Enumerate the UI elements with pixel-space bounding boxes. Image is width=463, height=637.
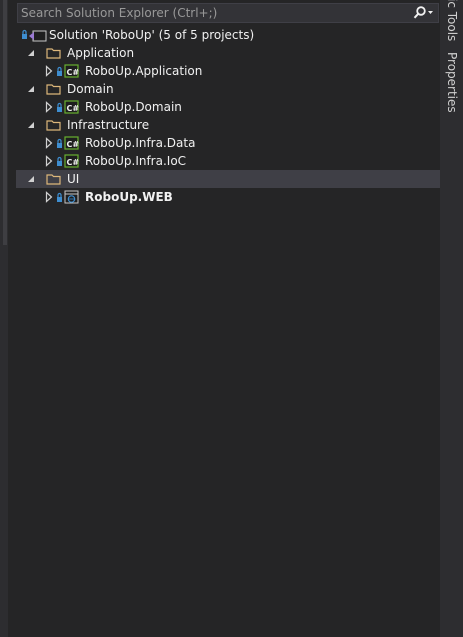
tree-row-project-startup[interactable]: RoboUp.WEB	[16, 188, 440, 206]
collapsed-arrow-icon[interactable]	[44, 152, 54, 170]
search-input[interactable]	[18, 4, 401, 22]
tab-diagnostic-tools[interactable]: ic Tools	[444, 0, 460, 41]
project-label-startup: RoboUp.WEB	[85, 190, 173, 204]
project-label: RoboUp.Infra.Data	[85, 136, 196, 150]
svg-text:C#: C#	[67, 104, 80, 113]
solution-icon	[22, 29, 47, 42]
solution-label: Solution 'RoboUp' (5 of 5 projects)	[49, 28, 255, 42]
csharp-project-icon: C#	[57, 136, 80, 150]
tree-row-project[interactable]: C# RoboUp.Infra.IoC	[16, 152, 440, 170]
folder-icon	[46, 120, 61, 131]
tree-row-folder-ui[interactable]: UI	[16, 170, 440, 188]
folder-icon	[46, 48, 61, 59]
left-scrollbar[interactable]	[0, 0, 8, 637]
tree-row-folder-application[interactable]: Application	[16, 44, 440, 62]
search-icon	[413, 6, 433, 19]
svg-text:C#: C#	[67, 68, 80, 77]
tree-row-solution[interactable]: Solution 'RoboUp' (5 of 5 projects)	[16, 26, 440, 44]
tree-row-project[interactable]: C# RoboUp.Domain	[16, 98, 440, 116]
tab-properties[interactable]: Properties	[444, 52, 460, 113]
collapsed-arrow-icon[interactable]	[44, 62, 54, 80]
left-panel-edge	[8, 0, 15, 637]
tree-row-project[interactable]: C# RoboUp.Application	[16, 62, 440, 80]
web-project-icon	[57, 190, 79, 204]
collapsed-arrow-icon[interactable]	[44, 98, 54, 116]
project-label: RoboUp.Infra.IoC	[85, 154, 187, 168]
folder-icon	[46, 174, 61, 185]
left-scrollbar-thumb[interactable]	[3, 0, 7, 245]
folder-label-ui: UI	[67, 172, 80, 186]
expanded-arrow-icon[interactable]	[26, 80, 36, 98]
csharp-project-icon: C#	[57, 154, 80, 168]
svg-text:C#: C#	[67, 140, 80, 149]
folder-label-domain: Domain	[67, 82, 114, 96]
tree-row-folder-infrastructure[interactable]: Infrastructure	[16, 116, 440, 134]
search-box	[17, 3, 439, 23]
search-button[interactable]	[411, 5, 435, 21]
collapsed-arrow-icon[interactable]	[44, 134, 54, 152]
csharp-project-icon: C#	[57, 64, 80, 78]
project-label: RoboUp.Domain	[85, 100, 182, 114]
folder-label-infrastructure: Infrastructure	[67, 118, 150, 132]
expanded-arrow-icon[interactable]	[26, 116, 36, 134]
tree-row-folder-domain[interactable]: Domain	[16, 80, 440, 98]
collapsed-arrow-icon[interactable]	[44, 188, 54, 206]
csharp-project-icon: C#	[57, 100, 80, 114]
folder-label-application: Application	[67, 46, 135, 60]
expanded-arrow-icon[interactable]	[26, 44, 36, 62]
folder-icon	[46, 84, 61, 95]
expanded-arrow-icon[interactable]	[26, 170, 36, 188]
tree-row-project[interactable]: C# RoboUp.Infra.Data	[16, 134, 440, 152]
project-label: RoboUp.Application	[85, 64, 203, 78]
svg-text:C#: C#	[67, 158, 80, 167]
